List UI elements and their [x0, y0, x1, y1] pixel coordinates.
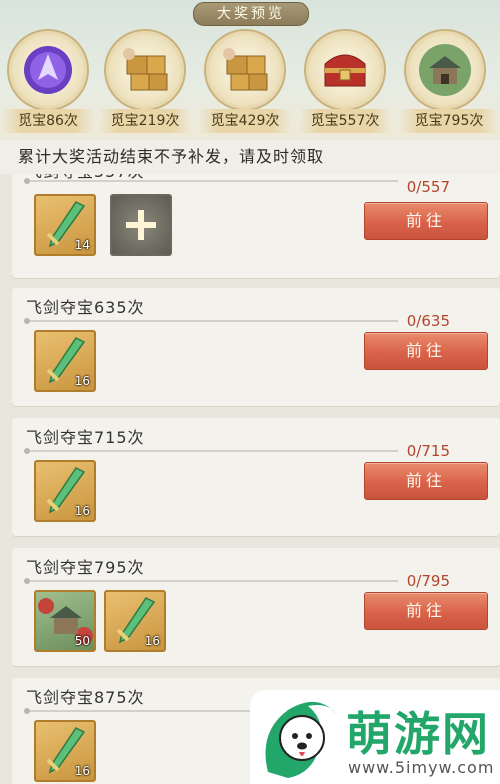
go-button[interactable]: 前往	[364, 592, 488, 630]
reward-slot[interactable]: 50	[34, 590, 96, 652]
task-card: 飞剑夺宝635次 16 0/635 前往	[12, 288, 500, 406]
prize-label: 觅宝557次	[299, 109, 391, 133]
plus-icon	[126, 210, 156, 240]
watermark-text: 萌游网	[346, 707, 490, 761]
task-divider	[24, 448, 398, 454]
go-button[interactable]: 前往	[364, 332, 488, 370]
task-title: 飞剑夺宝875次	[26, 688, 145, 707]
reward-count: 50	[74, 634, 90, 648]
task-progress: 0/635	[406, 312, 450, 330]
task-divider	[24, 578, 398, 584]
reward-slot[interactable]: 16	[34, 720, 96, 782]
prize-item[interactable]	[205, 30, 285, 110]
pavilion-painting-icon	[409, 34, 481, 106]
task-card: 飞剑夺宝715次 16 0/715 前往	[12, 418, 500, 536]
task-progress: 0/795	[406, 572, 450, 590]
task-card: 飞剑夺宝557次 14 0/557 前往	[12, 174, 500, 278]
go-button[interactable]: 前往	[364, 202, 488, 240]
task-title: 飞剑夺宝715次	[26, 428, 145, 447]
task-divider	[24, 178, 398, 184]
reward-count: 16	[74, 764, 90, 778]
grand-prize-preview: 大奖预览 觅宝86次 觅宝219次 觅宝429次 觅宝557次 觅宝795次	[0, 0, 500, 138]
go-button[interactable]: 前往	[364, 462, 488, 500]
add-reward-slot[interactable]	[110, 194, 172, 256]
prize-label: 觅宝86次	[2, 109, 94, 133]
site-watermark: 萌游网 www.5imyw.com	[250, 690, 500, 784]
reward-slot[interactable]: 16	[34, 460, 96, 522]
reward-count: 16	[74, 504, 90, 518]
prize-item[interactable]	[305, 30, 385, 110]
preview-title: 大奖预览	[193, 2, 309, 26]
prize-item[interactable]	[405, 30, 485, 110]
reward-slot[interactable]: 14	[34, 194, 96, 256]
purple-orb-icon	[12, 34, 84, 106]
red-chest-icon	[309, 34, 381, 106]
reward-slot[interactable]: 16	[104, 590, 166, 652]
prize-label: 觅宝795次	[399, 109, 499, 133]
task-progress: 0/715	[406, 442, 450, 460]
task-card: 飞剑夺宝795次 50 16 0/795 前往	[12, 548, 500, 666]
task-title: 飞剑夺宝635次	[26, 298, 145, 317]
task-divider	[24, 318, 398, 324]
task-title: 飞剑夺宝795次	[26, 558, 145, 577]
prize-item[interactable]	[105, 30, 185, 110]
reward-count: 14	[74, 238, 90, 252]
prize-item[interactable]	[8, 30, 88, 110]
prize-label: 觅宝219次	[99, 109, 191, 133]
watermark-url: www.5imyw.com	[348, 758, 495, 777]
dog-logo-icon	[265, 701, 336, 778]
task-progress: 0/557	[406, 178, 450, 196]
treasure-boxes-icon	[209, 34, 281, 106]
notice-text: 累计大奖活动结束不予补发，请及时领取	[0, 140, 500, 174]
reward-count: 16	[74, 374, 90, 388]
prize-label: 觅宝429次	[199, 109, 291, 133]
reward-slot[interactable]: 16	[34, 330, 96, 392]
reward-count: 16	[144, 634, 160, 648]
treasure-boxes-icon	[109, 34, 181, 106]
